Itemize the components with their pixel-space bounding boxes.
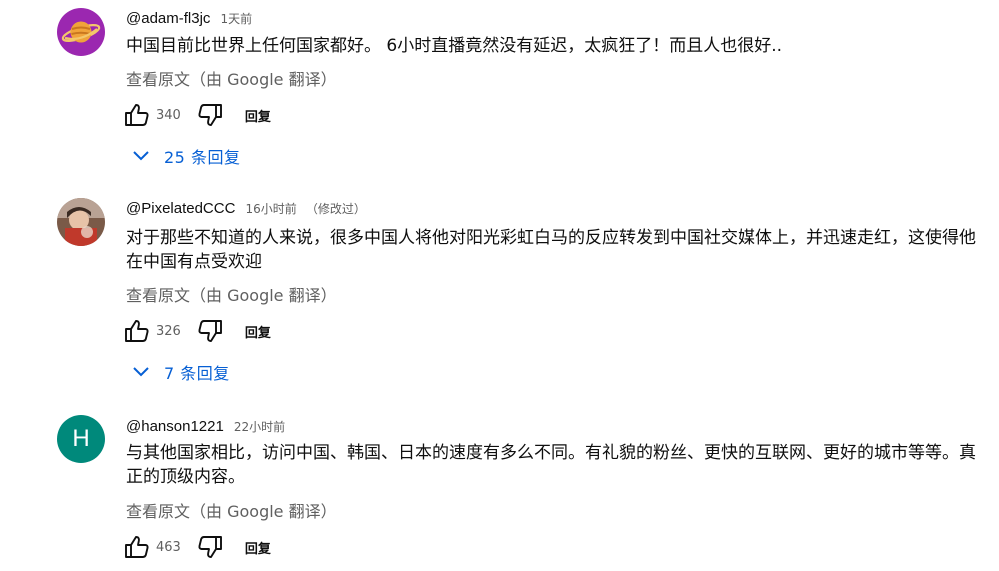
reply-button[interactable]: 回复	[245, 538, 271, 557]
comment-header: @adam-fl3jc 1天前	[126, 8, 252, 27]
like-count: 463	[156, 539, 181, 555]
replies-count: 25 条回复	[164, 148, 241, 167]
chevron-down-icon	[133, 151, 149, 161]
chevron-down-icon	[133, 367, 149, 377]
dislike-button[interactable]	[197, 319, 223, 343]
comment-text: 对于那些不知道的人来说，很多中国人将他对阳光彩虹白马的反应转发到中国社交媒体上，…	[126, 228, 976, 272]
comment-header: @hanson1221 22小时前	[126, 416, 285, 435]
comment-author[interactable]: @hanson1221	[126, 418, 224, 435]
like-count: 340	[156, 107, 181, 123]
comment-author[interactable]: @adam-fl3jc	[126, 10, 210, 27]
thumb-up-icon	[125, 536, 149, 558]
comment-actions: 340 回复	[124, 100, 271, 130]
comment-actions: 326 回复	[124, 316, 271, 346]
view-original-link[interactable]: 查看原文（由 Google 翻译）	[126, 498, 337, 522]
view-replies-button[interactable]: 25 条回复	[132, 144, 240, 168]
edited-label: （修改过）	[305, 202, 366, 216]
like-button[interactable]: 326	[124, 319, 197, 343]
view-replies-button[interactable]: 7 条回复	[132, 360, 230, 384]
thumb-up-icon	[125, 104, 149, 126]
like-button[interactable]: 340	[124, 103, 197, 127]
comment-text: 与其他国家相比，访问中国、韩国、日本的速度有多么不同。有礼貌的粉丝、更快的互联网…	[126, 443, 976, 487]
planet-avatar-image	[57, 8, 105, 56]
view-original-link[interactable]: 查看原文（由 Google 翻译）	[126, 66, 337, 90]
comment-text: 中国目前比世界上任何国家都好。 6小时直播竟然没有延迟，太疯狂了！而且人也很好.…	[126, 36, 783, 56]
reply-button[interactable]: 回复	[245, 322, 271, 341]
like-count: 326	[156, 323, 181, 339]
replies-count: 7 条回复	[164, 364, 230, 383]
comment-header: @PixelatedCCC 16小时前 （修改过）	[126, 198, 366, 217]
comment-time[interactable]: 1天前	[221, 12, 253, 26]
photo-avatar[interactable]	[57, 198, 105, 246]
thumb-down-icon	[198, 104, 222, 126]
comment-time[interactable]: 22小时前	[234, 420, 285, 434]
view-original-link[interactable]: 查看原文（由 Google 翻译）	[126, 282, 337, 306]
dislike-button[interactable]	[197, 535, 223, 559]
planet-avatar[interactable]	[57, 8, 105, 56]
thumb-up-icon	[125, 320, 149, 342]
reply-button[interactable]: 回复	[245, 106, 271, 125]
thumb-down-icon	[198, 536, 222, 558]
comment-actions: 463 回复	[124, 532, 271, 562]
thumb-down-icon	[198, 320, 222, 342]
letter-avatar[interactable]: H	[57, 415, 105, 463]
photo-avatar-image	[57, 198, 105, 246]
dislike-button[interactable]	[197, 103, 223, 127]
comment-time[interactable]: 16小时前	[246, 202, 297, 216]
comment-author[interactable]: @PixelatedCCC	[126, 200, 235, 217]
like-button[interactable]: 463	[124, 535, 197, 559]
